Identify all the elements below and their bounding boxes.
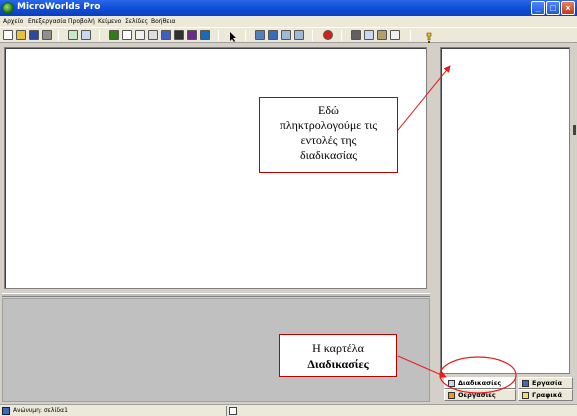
tab-graphics[interactable]: Γραφικά [518,389,573,401]
project-icon [522,380,529,387]
tab-operations[interactable]: Οεργασίες [444,389,516,401]
annotation-line: Η καρτέλα [312,341,364,355]
annotation-line: Εδώ [318,103,339,117]
toolbar-separator [312,30,313,41]
status-divider [226,406,227,416]
window-title: MicroWorlds Pro [17,2,101,12]
tab-project[interactable]: Εργασία [518,377,573,389]
menu-view[interactable]: Προβολή [68,16,95,27]
page-view-icon[interactable] [68,30,78,40]
sound-icon[interactable] [174,30,184,40]
menu-file[interactable]: Αρχείο [3,16,23,27]
procedure-view-icon[interactable] [81,30,91,40]
graphics-icon [522,392,529,399]
operations-icon [448,392,455,399]
toolbar-separator [410,30,411,41]
toolbar-separator [99,30,100,41]
toolbar-separator [58,30,59,41]
cut-icon[interactable] [351,30,361,40]
annotation-line: πληκτρολογούμε τις [279,118,378,132]
annotation-line: Διαδικασίες [307,357,369,371]
shrink-icon[interactable] [294,30,304,40]
menu-bar: Αρχείο Επεξεργασία Προβολή Κείμενο Σελίδ… [0,16,577,27]
status-text: Ανώνυμη: σελίδα1 [13,407,68,414]
open-icon[interactable] [16,30,26,40]
toolbar [0,27,577,43]
microworlds-window: MicroWorlds Pro _ □ × Αρχείο Επεξεργασία… [0,0,577,416]
print-icon[interactable] [42,30,52,40]
menu-edit[interactable]: Επεξεργασία [28,16,66,27]
window-resize-marker [573,125,576,135]
help-icon[interactable] [424,30,434,43]
tab-project-label: Εργασία [532,379,563,387]
menu-pages[interactable]: Σελίδες [125,16,148,27]
tab-procedures[interactable]: Διαδικασίες [444,377,516,389]
music-icon[interactable] [161,30,171,40]
pane-splitter[interactable] [2,293,430,297]
turtle-icon[interactable] [109,30,119,40]
toolbar-separator [341,30,342,41]
new-icon[interactable] [3,30,13,40]
annotation-procedures-tab: Η καρτέλα Διαδικασίες [279,334,397,377]
minimize-button[interactable]: _ [531,1,545,15]
maximize-button[interactable]: □ [546,1,560,15]
grow-icon[interactable] [281,30,291,40]
video-icon[interactable] [187,30,197,40]
toolbar-separator [218,30,219,41]
procedures-text-area[interactable] [440,47,570,374]
stop-icon[interactable] [323,30,333,40]
annotation-procedure-area: Εδώ πληκτρολογούμε τις εντολές της διαδι… [259,97,398,173]
copy-icon[interactable] [364,30,374,40]
eye-icon[interactable] [255,30,265,40]
tab-operations-label: Οεργασίες [458,391,496,399]
save-icon[interactable] [29,30,39,40]
page-icon [2,407,10,415]
stamp-icon[interactable] [268,30,278,40]
undo-icon[interactable] [390,30,400,40]
close-button[interactable]: × [561,1,575,15]
annotation-line: διαδικασίας [299,148,358,162]
status-bar: Ανώνυμη: σελίδα1 [0,404,577,416]
app-icon [2,2,14,14]
command-center-icon[interactable] [229,407,237,415]
tab-graphics-label: Γραφικά [532,391,562,399]
tab-procedures-label: Διαδικασίες [458,379,502,387]
title-bar[interactable]: MicroWorlds Pro _ □ × [0,0,577,16]
slider-icon[interactable] [148,30,158,40]
button-icon[interactable] [135,30,145,40]
globe-icon[interactable] [200,30,210,40]
text-box-icon[interactable] [122,30,132,40]
annotation-line: εντολές της [300,133,357,147]
procedures-icon [448,380,455,387]
menu-help[interactable]: Βοήθεια [151,16,176,27]
paste-icon[interactable] [377,30,387,40]
menu-text[interactable]: Κείμενο [98,16,121,27]
pointer-icon[interactable] [228,30,238,42]
toolbar-separator [245,30,246,41]
